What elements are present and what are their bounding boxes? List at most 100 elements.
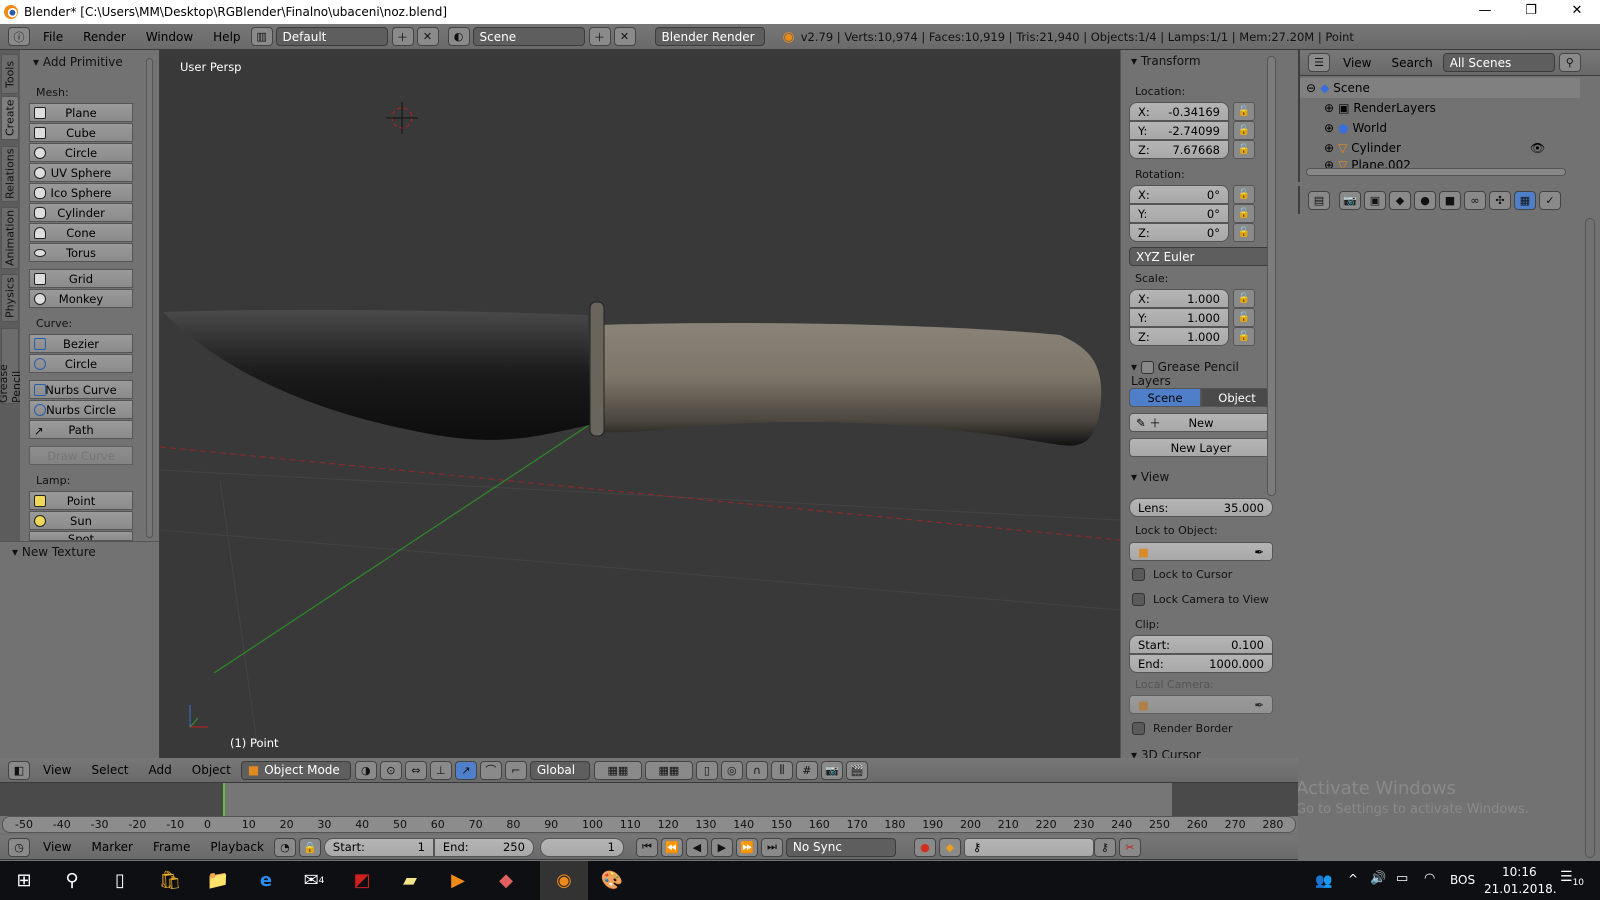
task-view-icon[interactable]: ▯ bbox=[96, 861, 144, 900]
tab-create[interactable]: Create bbox=[1, 96, 19, 140]
modifiers-tab-icon[interactable]: ✣ bbox=[1489, 190, 1511, 210]
rotation-z-field[interactable]: Z: 0° bbox=[1129, 223, 1229, 242]
acrobat-icon[interactable]: ◩ bbox=[338, 861, 386, 900]
lens-field[interactable]: Lens: 35.000 bbox=[1129, 498, 1273, 517]
orientation-select[interactable]: Global bbox=[529, 760, 590, 780]
current-frame-indicator[interactable] bbox=[223, 783, 225, 816]
add-curve-circle-button[interactable]: Circle bbox=[29, 354, 133, 373]
world-tab-icon[interactable]: ● bbox=[1414, 190, 1436, 210]
layout-icon[interactable]: ▥ bbox=[250, 27, 273, 46]
outliner-filter-select[interactable]: All Scenes bbox=[1442, 53, 1555, 72]
menu-help[interactable]: Help bbox=[203, 30, 250, 44]
new-layer-button[interactable]: New Layer bbox=[1129, 438, 1273, 457]
start-button-windows-icon[interactable]: ⊞ bbox=[0, 861, 48, 900]
outliner-menu-search[interactable]: Search bbox=[1381, 56, 1442, 70]
add-path-button[interactable]: ↗ Path bbox=[29, 420, 133, 439]
blender-taskbar-icon[interactable]: ◉ bbox=[540, 861, 588, 900]
translate-icon[interactable]: ↗ bbox=[454, 760, 477, 780]
keying-set-field[interactable]: ⚷ bbox=[963, 837, 1094, 857]
snap-target-icon[interactable]: # bbox=[795, 760, 818, 780]
outliner-item-plane-002[interactable]: ⊕ ▽ Plane.002 bbox=[1300, 158, 1580, 168]
people-icon[interactable]: 👥 bbox=[1300, 861, 1348, 900]
grease-pencil-header[interactable]: ▾ Grease Pencil Layers bbox=[1131, 360, 1280, 388]
sync-select[interactable]: No Sync bbox=[785, 837, 896, 857]
add-torus-button[interactable]: Torus bbox=[29, 243, 133, 262]
manipulator-icon[interactable]: ⇔ bbox=[404, 760, 427, 780]
layers-grid-icon[interactable]: ▦▦ bbox=[644, 760, 693, 780]
add-uv-sphere-button[interactable]: UV Sphere bbox=[29, 163, 133, 182]
scene-icon[interactable]: ◐ bbox=[447, 27, 470, 46]
search-icon[interactable]: ⚲ bbox=[1558, 53, 1581, 72]
lock-layers-icon[interactable]: ▯ bbox=[695, 760, 718, 780]
lock-icon[interactable]: 🔓 bbox=[1233, 289, 1255, 308]
constraints-tab-icon[interactable]: ∞ bbox=[1464, 190, 1486, 210]
render-tab-icon[interactable]: 📷 bbox=[1339, 190, 1361, 210]
new-texture-panel[interactable]: ▾ New Texture bbox=[0, 541, 159, 563]
tab-grease-pencil[interactable]: Grease Pencil bbox=[0, 328, 23, 404]
tool-shelf-scrollbar[interactable] bbox=[146, 58, 153, 538]
scale-x-field[interactable]: X: 1.000 bbox=[1129, 289, 1229, 308]
keying-icon[interactable]: ◆ bbox=[938, 837, 961, 857]
outliner-item-renderlayers[interactable]: ⊕ ▣ RenderLayers bbox=[1300, 98, 1580, 118]
scale-z-field[interactable]: Z: 1.000 bbox=[1129, 327, 1229, 346]
minimize-button[interactable]: — bbox=[1462, 0, 1508, 24]
tab-tools[interactable]: Tools bbox=[1, 54, 19, 94]
editor-type-info-icon[interactable]: ⓘ bbox=[8, 27, 30, 46]
properties-editor-scrollbar[interactable] bbox=[1585, 218, 1595, 858]
visibility-eye-icon[interactable]: 👁 bbox=[1530, 141, 1545, 155]
menu-file[interactable]: File bbox=[33, 30, 73, 44]
sticky-notes-icon[interactable]: ▰ bbox=[386, 861, 434, 900]
remove-scene-button[interactable]: ✕ bbox=[613, 27, 636, 46]
rotate-icon[interactable]: ⌒ bbox=[479, 760, 502, 780]
paint-icon[interactable]: 🎨 bbox=[588, 861, 636, 900]
scale-icon[interactable]: ⌐ bbox=[504, 760, 527, 780]
tab-relations[interactable]: Relations bbox=[1, 146, 19, 202]
add-scene-button[interactable]: ＋ bbox=[588, 27, 611, 46]
lock-icon[interactable]: 🔓 bbox=[1233, 185, 1255, 204]
rotation-x-field[interactable]: X: 0° bbox=[1129, 185, 1229, 204]
lock-icon[interactable]: 🔓 bbox=[1233, 308, 1255, 327]
add-sun-lamp-button[interactable]: Sun bbox=[29, 511, 133, 530]
timeline-editor-icon[interactable]: ◷ bbox=[8, 837, 30, 857]
grease-pencil-checkbox[interactable] bbox=[1140, 361, 1154, 374]
add-point-lamp-button[interactable]: Point bbox=[29, 491, 133, 510]
transform-header[interactable]: ▾ Transform bbox=[1131, 54, 1201, 68]
location-y-field[interactable]: Y: -2.74099 bbox=[1129, 121, 1229, 140]
preview-range-icon[interactable]: ◔ bbox=[273, 837, 296, 857]
render-layers-tab-icon[interactable]: ▣ bbox=[1364, 190, 1386, 210]
notifications-icon[interactable]: ☰10 bbox=[1560, 869, 1584, 888]
clip-end-field[interactable]: End: 1000.000 bbox=[1129, 654, 1273, 673]
rotation-mode-select[interactable]: XYZ Euler bbox=[1129, 247, 1273, 266]
layers-grid-icon[interactable]: ▦▦ bbox=[593, 760, 642, 780]
tab-animation[interactable]: Animation bbox=[1, 207, 19, 269]
tab-physics[interactable]: Physics bbox=[1, 274, 19, 322]
add-plane-button[interactable]: Plane bbox=[29, 103, 133, 122]
play-reverse-icon[interactable]: ◀ bbox=[685, 837, 708, 857]
menu-window[interactable]: Window bbox=[136, 30, 203, 44]
record-icon[interactable]: ● bbox=[913, 837, 936, 857]
language-indicator[interactable]: BOS bbox=[1450, 873, 1475, 887]
outliner-item-cylinder[interactable]: ⊕ ▽ Cylinder 👁 bbox=[1300, 138, 1580, 158]
lock-icon[interactable]: 🔓 bbox=[1233, 102, 1255, 121]
scale-y-field[interactable]: Y: 1.000 bbox=[1129, 308, 1229, 327]
object-tab-icon[interactable]: ■ bbox=[1439, 190, 1461, 210]
layout-select[interactable]: Default bbox=[275, 27, 388, 46]
timeline[interactable]: -50 -40 -30 -20 -10 0 10 20 30 40 50 60 70 80 90 100 110… bbox=[0, 783, 1298, 833]
snap-icon[interactable]: ∩ bbox=[745, 760, 768, 780]
local-camera-field[interactable]: ■ ✒ bbox=[1129, 695, 1273, 714]
add-cone-button[interactable]: Cone bbox=[29, 223, 133, 242]
clock-date[interactable]: 21.01.2018. bbox=[1484, 882, 1557, 896]
scene-tab-icon[interactable]: ◆ bbox=[1389, 190, 1411, 210]
lock-icon[interactable]: 🔓 bbox=[1233, 223, 1255, 242]
insert-keyframe-icon[interactable]: ⚷ bbox=[1093, 837, 1116, 857]
add-cylinder-button[interactable]: Cylinder bbox=[29, 203, 133, 222]
close-button[interactable]: ✕ bbox=[1554, 0, 1600, 24]
menu-view[interactable]: View bbox=[33, 840, 81, 854]
rotation-y-field[interactable]: Y: 0° bbox=[1129, 204, 1229, 223]
menu-add[interactable]: Add bbox=[139, 763, 182, 777]
timeline-ruler[interactable]: -50 -40 -30 -20 -10 0 10 20 30 40 50 60 70 80 90 100 110… bbox=[2, 816, 1296, 833]
menu-playback[interactable]: Playback bbox=[200, 840, 274, 854]
render-border-checkbox[interactable] bbox=[1132, 722, 1145, 735]
add-spot-lamp-button[interactable]: Spot bbox=[29, 531, 133, 541]
properties-editor-icon[interactable]: ▤ bbox=[1308, 190, 1330, 210]
